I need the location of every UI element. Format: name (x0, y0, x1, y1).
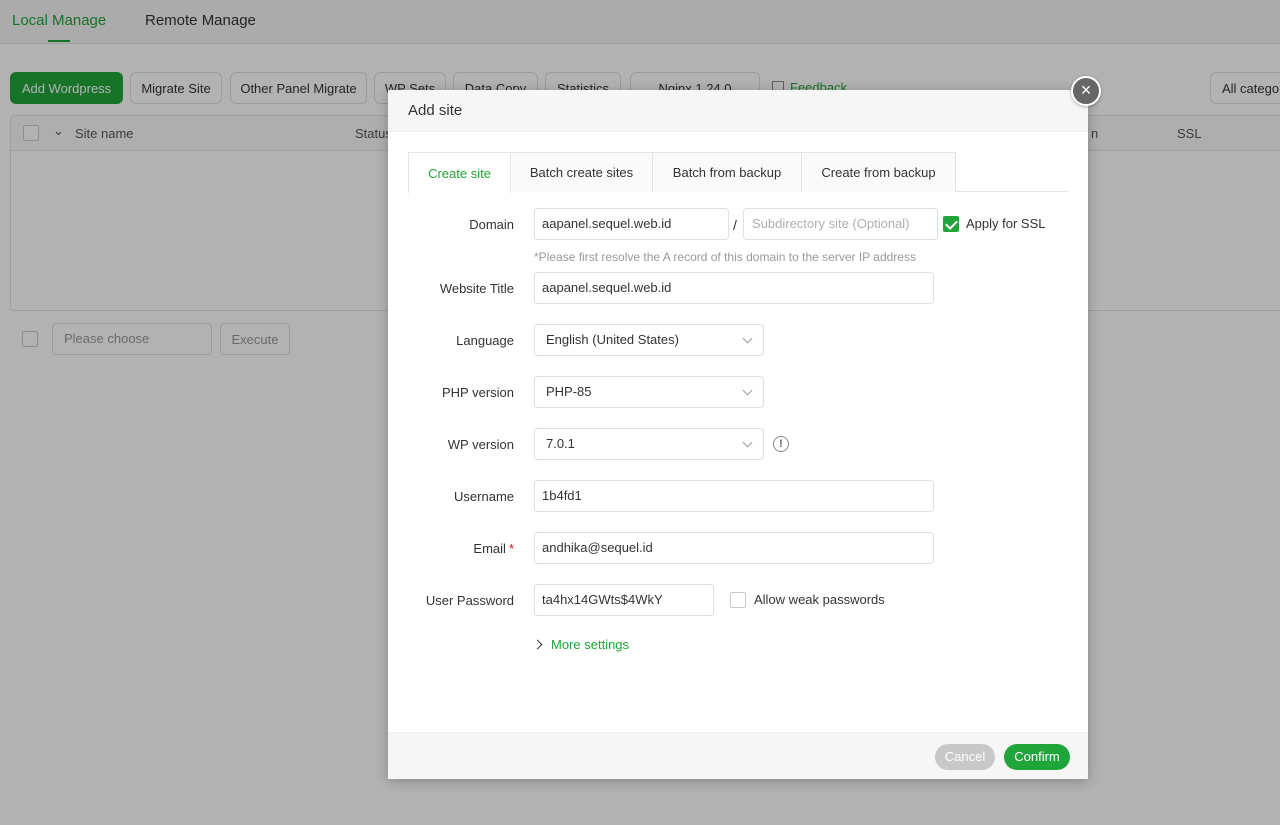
dialog-title: Add site (408, 102, 463, 119)
language-select[interactable]: English (United States) (534, 324, 764, 356)
info-icon[interactable]: ! (773, 436, 789, 452)
tab-batch-create-sites[interactable]: Batch create sites (510, 152, 653, 192)
email-label: Email * (408, 541, 514, 556)
wp-version-value: 7.0.1 (546, 436, 575, 451)
chevron-down-icon (742, 333, 753, 344)
password-label: User Password (425, 593, 514, 608)
php-version-select[interactable]: PHP-85 (534, 376, 764, 408)
username-input[interactable]: 1b4fd1 (534, 480, 934, 512)
email-input[interactable]: andhika@sequel.id (534, 532, 934, 564)
password-input[interactable]: ta4hx14GWts$4WkY (534, 584, 714, 616)
chevron-right-icon (532, 639, 543, 650)
allow-weak-passwords-label: Allow weak passwords (754, 592, 885, 607)
tab-batch-from-backup[interactable]: Batch from backup (652, 152, 802, 192)
cancel-button[interactable]: Cancel (935, 744, 995, 770)
tab-create-site[interactable]: Create site (408, 152, 511, 193)
more-settings-label: More settings (551, 637, 630, 652)
dialog-tabs: Create site Batch create sites Batch fro… (408, 152, 1068, 193)
subdirectory-input[interactable]: Subdirectory site (Optional) (743, 208, 938, 240)
domain-input[interactable]: aapanel.sequel.web.id (534, 208, 729, 240)
email-label-text: Email (473, 541, 506, 556)
php-version-label: PHP version (441, 385, 514, 400)
domain-separator: / (733, 217, 737, 233)
website-title-label: Website Title (439, 281, 514, 296)
dialog-header: Add site (388, 90, 1088, 132)
add-site-dialog: Add site × Create site Batch create site… (388, 76, 1101, 779)
domain-hint: *Please first resolve the A record of th… (534, 250, 916, 264)
required-mark: * (508, 541, 514, 556)
chevron-down-icon (742, 385, 753, 396)
tab-create-from-backup[interactable]: Create from backup (801, 152, 956, 192)
close-icon[interactable]: × (1071, 76, 1101, 106)
language-label: Language (456, 333, 514, 348)
username-label: Username (454, 489, 514, 504)
wp-version-label: WP version (447, 437, 514, 452)
domain-label: Domain (469, 217, 514, 232)
chevron-down-icon (742, 437, 753, 448)
dialog-footer: Cancel Confirm (388, 732, 1088, 779)
language-value: English (United States) (546, 332, 679, 347)
website-title-input[interactable]: aapanel.sequel.web.id (534, 272, 934, 304)
more-settings-toggle[interactable]: More settings (532, 637, 630, 652)
apply-ssl-checkbox[interactable] (943, 216, 959, 232)
apply-ssl-label: Apply for SSL (966, 216, 1046, 231)
confirm-button[interactable]: Confirm (1004, 744, 1070, 770)
allow-weak-passwords-checkbox[interactable] (730, 592, 746, 608)
wp-version-select[interactable]: 7.0.1 (534, 428, 764, 460)
php-version-value: PHP-85 (546, 384, 592, 399)
